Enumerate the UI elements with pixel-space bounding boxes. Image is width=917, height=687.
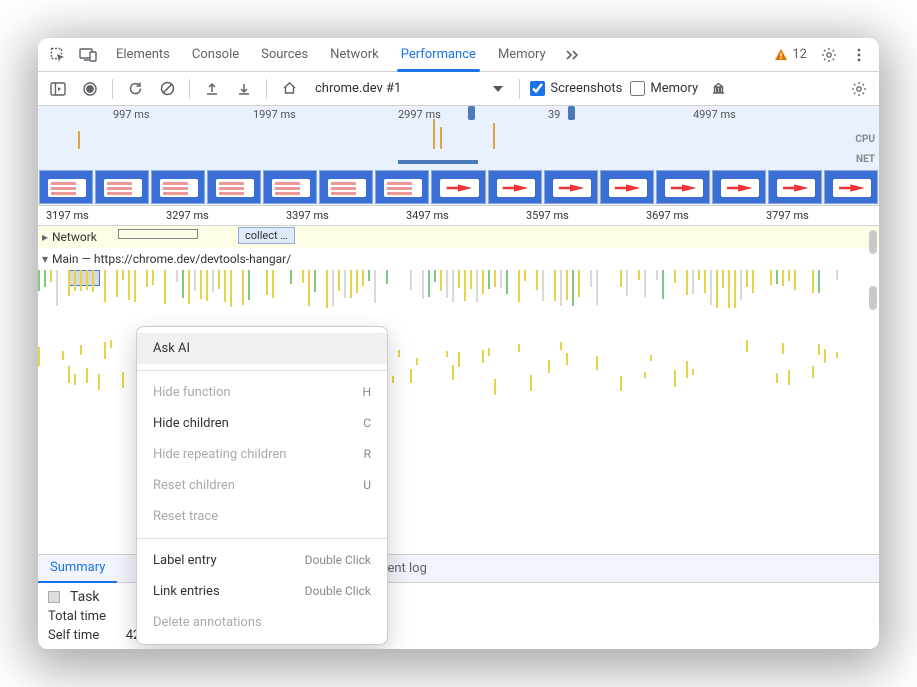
scrollbar[interactable] xyxy=(869,230,877,254)
cpu-label: CPU xyxy=(855,134,875,145)
menu-label-entry[interactable]: Label entryDouble Click xyxy=(137,545,387,576)
timeline-overview[interactable]: 997 ms 1997 ms 2997 ms 39 4997 ms CPU NE… xyxy=(38,106,879,206)
inspect-icon[interactable] xyxy=(44,41,72,69)
divider xyxy=(519,79,520,99)
menu-reset-children: Reset childrenU xyxy=(137,470,387,501)
home-icon[interactable] xyxy=(277,77,301,101)
devtools-tabbar: Elements Console Sources Network Perform… xyxy=(38,38,879,72)
overview-ticks: 997 ms 1997 ms 2997 ms 39 4997 ms xyxy=(38,108,879,122)
menu-link-entries[interactable]: Link entriesDouble Click xyxy=(137,576,387,607)
context-menu: Ask AI Hide functionH Hide childrenC Hid… xyxy=(136,326,388,645)
overview-thumbnails xyxy=(38,169,879,205)
overview-handle-left[interactable] xyxy=(468,106,475,120)
overview-handle-right[interactable] xyxy=(568,106,575,120)
tab-elements[interactable]: Elements xyxy=(106,38,180,72)
memory-checkbox[interactable]: Memory xyxy=(630,81,698,96)
net-label: NET xyxy=(856,154,875,165)
task-label: Task xyxy=(70,589,100,605)
network-bar xyxy=(118,229,198,239)
divider xyxy=(266,79,267,99)
more-tabs-icon[interactable] xyxy=(558,41,586,69)
reload-record-icon[interactable] xyxy=(123,77,147,101)
menu-reset-trace: Reset trace xyxy=(137,501,387,532)
divider xyxy=(189,79,190,99)
menu-ask-ai[interactable]: Ask AI xyxy=(137,333,387,364)
record-icon[interactable] xyxy=(78,77,102,101)
collect-chip[interactable]: collect … xyxy=(238,227,295,244)
tab-summary[interactable]: Summary xyxy=(38,555,117,583)
selected-task-block[interactable] xyxy=(68,270,100,286)
capture-settings-icon[interactable] xyxy=(847,77,871,101)
settings-icon[interactable] xyxy=(815,41,843,69)
perf-toolbar: chrome.dev #1 Screenshots Memory xyxy=(38,72,879,106)
menu-hide-repeating: Hide repeating childrenR xyxy=(137,439,387,470)
tab-performance[interactable]: Performance xyxy=(391,38,486,72)
recording-label: chrome.dev #1 xyxy=(315,81,401,96)
menu-hide-children[interactable]: Hide childrenC xyxy=(137,408,387,439)
time-ruler: 3197 ms 3297 ms 3397 ms 3497 ms 3597 ms … xyxy=(38,206,879,226)
kebab-menu-icon[interactable] xyxy=(845,41,873,69)
network-track-header[interactable]: ▸ Network collect … xyxy=(38,226,879,248)
main-track-header[interactable]: ▾ Main — https://chrome.dev/devtools-han… xyxy=(38,248,879,270)
warnings-count: 12 xyxy=(792,47,807,62)
divider xyxy=(112,79,113,99)
expand-icon[interactable]: ▸ xyxy=(38,230,52,244)
recording-selector[interactable]: chrome.dev #1 xyxy=(309,81,509,96)
tab-memory[interactable]: Memory xyxy=(488,38,556,72)
tab-network[interactable]: Network xyxy=(320,38,389,72)
total-time-label: Total time xyxy=(48,609,106,624)
scrollbar[interactable] xyxy=(869,286,877,310)
task-color-chip xyxy=(48,591,60,603)
self-time-label: Self time xyxy=(48,628,99,643)
menu-delete-annotations: Delete annotations xyxy=(137,607,387,638)
menu-hide-function: Hide functionH xyxy=(137,377,387,408)
collapse-icon[interactable]: ▾ xyxy=(38,252,52,266)
tab-sources[interactable]: Sources xyxy=(251,38,318,72)
download-icon[interactable] xyxy=(232,77,256,101)
warnings-badge[interactable]: 12 xyxy=(768,47,813,62)
chevron-down-icon xyxy=(493,86,503,92)
toggle-drawer-icon[interactable] xyxy=(46,77,70,101)
device-toggle-icon[interactable] xyxy=(74,41,102,69)
screenshots-checkbox[interactable]: Screenshots xyxy=(530,81,622,96)
clear-icon[interactable] xyxy=(155,77,179,101)
tab-console[interactable]: Console xyxy=(182,38,249,72)
upload-icon[interactable] xyxy=(200,77,224,101)
gc-icon[interactable] xyxy=(706,77,730,101)
